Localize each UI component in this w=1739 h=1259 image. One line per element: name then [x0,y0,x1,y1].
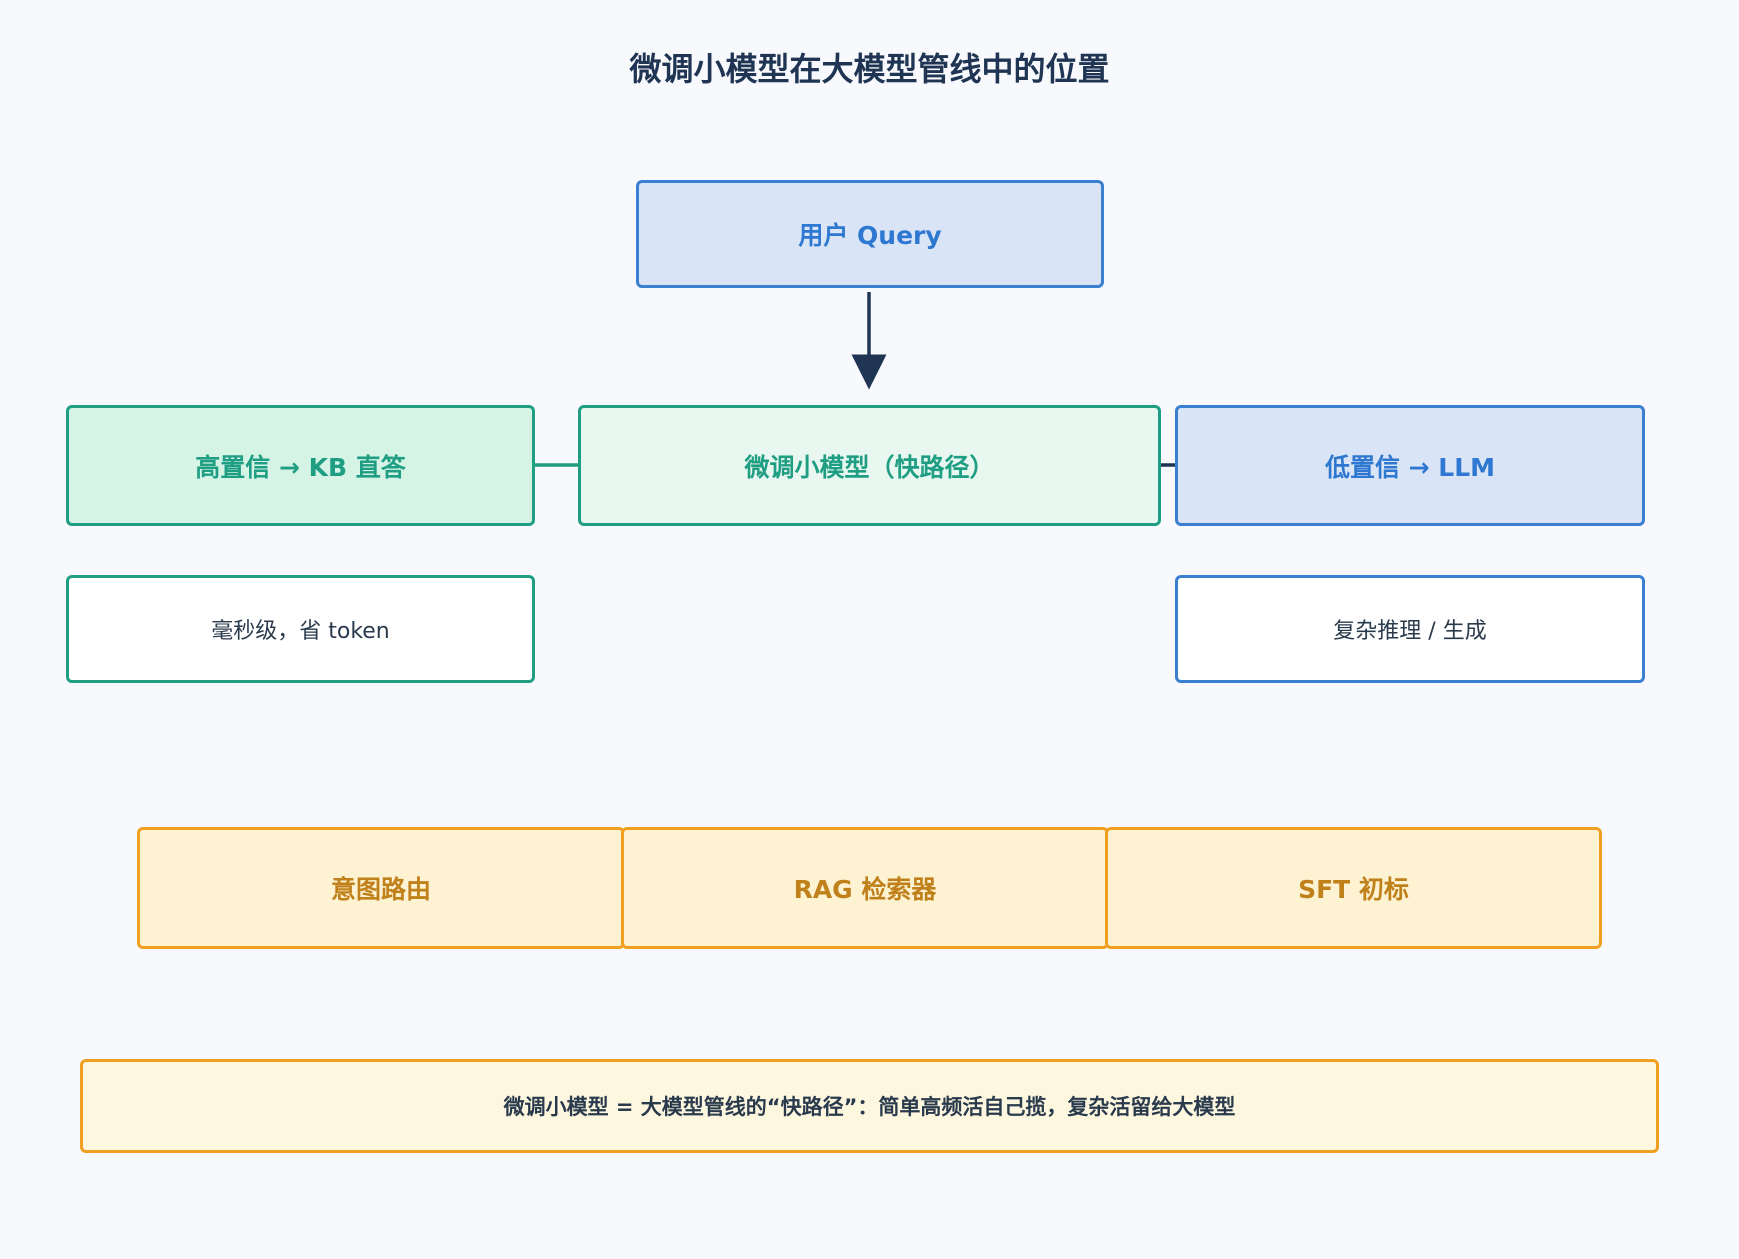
use-case-sft-labeling: SFT 初标 [1105,827,1602,949]
high-confidence-node: 高置信 → KB 直答 [66,405,535,526]
use-case-label: SFT 初标 [1298,875,1409,904]
summary-text: 微调小模型 = 大模型管线的“快路径”：简单高频活自己揽，复杂活留给大模型 [503,1095,1236,1119]
summary-note: 微调小模型 = 大模型管线的“快路径”：简单高频活自己揽，复杂活留给大模型 [80,1059,1659,1153]
high-confidence-detail: 毫秒级，省 token [66,575,535,683]
use-case-label: RAG 检索器 [793,875,937,904]
use-case-intent-routing: 意图路由 [137,827,625,949]
small-model-node: 微调小模型（快路径） [578,405,1161,526]
low-confidence-label: 低置信 → LLM [1324,452,1496,482]
high-confidence-detail-label: 毫秒级，省 token [211,619,390,644]
diagram-title: 微调小模型在大模型管线中的位置 [629,50,1110,88]
use-case-label: 意图路由 [330,875,431,904]
small-model-label: 微调小模型（快路径） [744,452,995,482]
use-case-rag-retriever: RAG 检索器 [621,827,1109,949]
high-confidence-label: 高置信 → KB 直答 [195,452,406,482]
diagram-canvas: 微调小模型在大模型管线中的位置 用户 Query 高置信 → KB 直答 微调小… [0,0,1739,1259]
low-confidence-detail-label: 复杂推理 / 生成 [1333,619,1487,644]
user-query-label: 用户 Query [798,221,942,250]
low-confidence-node: 低置信 → LLM [1175,405,1645,526]
low-confidence-detail: 复杂推理 / 生成 [1175,575,1645,683]
user-query-node: 用户 Query [636,180,1104,288]
